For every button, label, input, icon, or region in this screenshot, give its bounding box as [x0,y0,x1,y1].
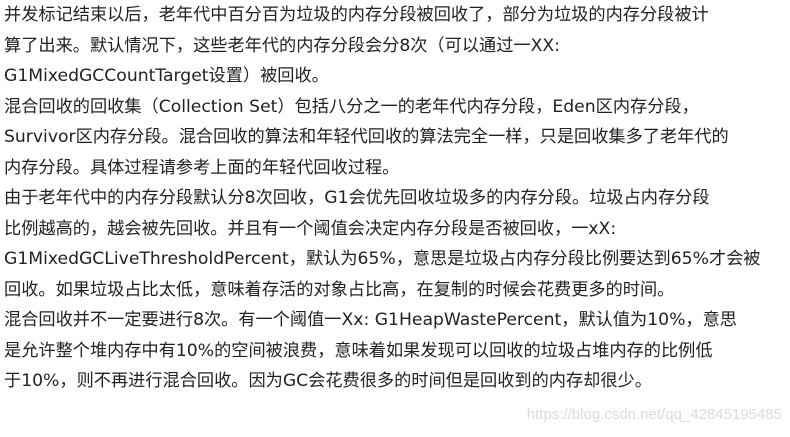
paragraph-concurrent-marking: 并发标记结束以后，老年代中百分百为垃圾的内存分段被回收了，部分为垃圾的内存分段被… [4,0,786,92]
paragraph-heap-waste: 混合回收并不一定要进行8次。有一个阈值一Xx: G1HeapWastePerce… [4,305,786,397]
text-line: 比例越高的，越会被先回收。并且有一个阈值会决定内存分段是否被回收，一xX: [4,218,617,239]
text-line: G1MixedGCCountTarget设置）被回收。 [4,66,329,86]
text-line: G1MixedGCLiveThresholdPercent，默认为65%，意思是… [4,249,761,269]
article-body: 并发标记结束以后，老年代中百分百为垃圾的内存分段被回收了，部分为垃圾的内存分段被… [4,0,786,397]
text-line: 由于老年代中的内存分段默认分8次回收，G1会优先回收垃圾多的内存分段。垃圾占内存… [4,188,710,208]
text-line: 算了出来。默认情况下，这些老年代的内存分段会分8次（可以通过一XX: [4,35,560,56]
text-line: 并发标记结束以后，老年代中百分百为垃圾的内存分段被回收了，部分为垃圾的内存分段被… [4,5,709,25]
text-line: 是允许整个堆内存中有10%的空间被浪费，意味着如果发现可以回收的垃圾占堆内存的比… [4,340,713,361]
text-line: Survivor区内存分段。混合回收的算法和年轻代回收的算法完全一样，只是回收集… [4,127,729,147]
text-line: 混合回收并不一定要进行8次。有一个阈值一Xx: G1HeapWastePerce… [4,310,737,330]
text-line: 于10%，则不再进行混合回收。因为GC会花费很多的时间但是回收到的内存却很少。 [4,371,652,391]
text-line: 内存分段。具体过程请参考上面的年轻代回收过程。 [4,157,400,178]
paragraph-collection-set: 混合回收的回收集（Collection Set）包括八分之一的老年代内存分段，E… [4,92,786,184]
csdn-watermark: https://blog.csdn.net/qq_42845195485 [526,406,782,423]
paragraph-live-threshold: 由于老年代中的内存分段默认分8次回收，G1会优先回收垃圾多的内存分段。垃圾占内存… [4,183,786,305]
text-line: 混合回收的回收集（Collection Set）包括八分之一的老年代内存分段，E… [4,96,699,117]
text-line: 回收。如果垃圾占比太低，意味着存活的对象占比高，在复制的时候会花费更多的时间。 [4,279,675,300]
